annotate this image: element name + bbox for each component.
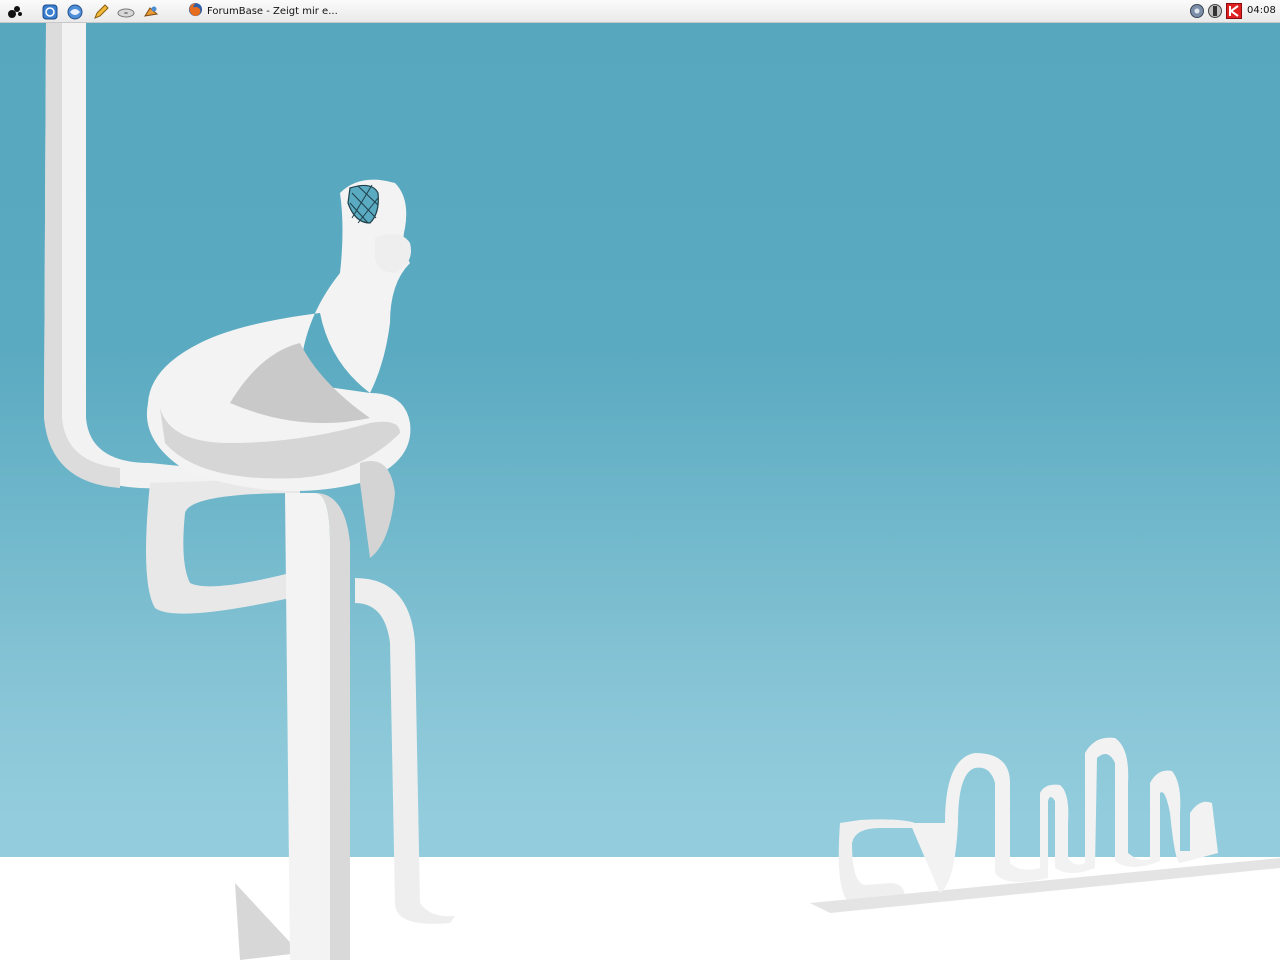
panel-clock: 04:08: [1247, 5, 1276, 16]
top-panel: ForumBase - Zeigt mir e... 04:08: [0, 0, 1280, 23]
editor-icon[interactable]: [92, 3, 110, 20]
image-tool-icon[interactable]: [142, 3, 160, 20]
wallpaper-sculpture-art: [44, 23, 1280, 960]
network-icon[interactable]: [1207, 3, 1223, 19]
update-icon[interactable]: [1226, 3, 1242, 19]
web-browser-icon[interactable]: [66, 3, 84, 20]
desktop-background: [0, 23, 1280, 960]
taskbar-item-forumbase[interactable]: ForumBase - Zeigt mir e...: [184, 1, 344, 22]
volume-icon[interactable]: [1189, 3, 1205, 19]
disk-icon[interactable]: [117, 3, 135, 20]
taskbar-item-label: ForumBase - Zeigt mir e...: [207, 6, 338, 17]
file-manager-icon[interactable]: [41, 3, 59, 20]
main-menu-icon[interactable]: [6, 3, 24, 20]
firefox-icon: [188, 2, 203, 21]
